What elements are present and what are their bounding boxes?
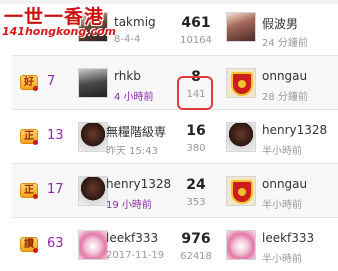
avatar[interactable] [226, 68, 256, 98]
last-poster-name[interactable]: henry1328 [262, 123, 327, 137]
watermark-url: 141hongkong.com [2, 25, 116, 38]
thread-row: 正 13 無糧階級専 昨天 15:43 16 380 henry1328 半小時… [0, 110, 338, 164]
badge-dot-icon [33, 248, 38, 253]
site-watermark: 一世一香港 141hongkong.com [0, 0, 116, 44]
avatar[interactable] [226, 12, 256, 42]
highlight-box [177, 76, 213, 110]
badge-dot-icon [33, 194, 38, 199]
club-crest-icon [231, 72, 253, 96]
rating-count: 7 [47, 74, 56, 89]
avatar[interactable] [78, 176, 108, 206]
reply-count: 16 [186, 123, 206, 139]
author-name[interactable]: henry1328 [106, 177, 171, 191]
post-time: 4 小時前 [114, 92, 154, 103]
last-post-time: 半小時前 [262, 146, 302, 157]
avatar[interactable] [78, 68, 108, 98]
avatar[interactable] [78, 122, 108, 152]
reply-count: 976 [181, 231, 211, 247]
last-poster-name[interactable]: onngau [262, 69, 307, 83]
last-poster-name[interactable]: 假波男 [262, 15, 298, 32]
reply-count: 24 [186, 177, 206, 193]
thread-row: 好 7 rhkb 4 小時前 8 141 onngau 28 分鐘前 [0, 56, 338, 110]
avatar[interactable] [226, 230, 256, 260]
reply-count: 461 [181, 15, 211, 31]
rating-count: 63 [47, 236, 64, 251]
thread-row: 正 17 henry1328 19 小時前 24 353 onngau 半小時前 [0, 164, 338, 218]
view-count: 10164 [180, 35, 212, 46]
avatar[interactable] [226, 176, 256, 206]
author-name[interactable]: rhkb [114, 69, 141, 83]
post-time: 19 小時前 [106, 200, 152, 211]
author-name[interactable]: 無糧階級専 [106, 123, 166, 140]
badge-dot-icon [33, 86, 38, 91]
last-poster-name[interactable]: leekf333 [262, 231, 314, 245]
club-crest-icon [231, 180, 253, 204]
post-time: 8-4-4 [114, 34, 141, 45]
last-post-time: 28 分鐘前 [262, 92, 308, 103]
view-count: 353 [186, 197, 206, 208]
rating-count: 13 [47, 128, 64, 143]
avatar[interactable] [78, 230, 108, 260]
post-time: 昨天 15:43 [106, 146, 158, 157]
avatar[interactable] [226, 122, 256, 152]
last-post-time: 半小時前 [262, 254, 302, 265]
author-name[interactable]: leekf333 [106, 231, 158, 245]
view-count: 380 [186, 143, 206, 154]
badge-dot-icon [33, 140, 38, 145]
post-time: 2017-11-19 [106, 250, 165, 261]
author-name[interactable]: takmig [114, 15, 156, 29]
last-poster-name[interactable]: onngau [262, 177, 307, 191]
last-post-time: 24 分鐘前 [262, 38, 308, 49]
view-count: 62418 [180, 251, 212, 262]
last-post-time: 半小時前 [262, 200, 302, 211]
rating-count: 17 [47, 182, 64, 197]
thread-row: 讚 63 leekf333 2017-11-19 976 62418 leekf… [0, 218, 338, 271]
